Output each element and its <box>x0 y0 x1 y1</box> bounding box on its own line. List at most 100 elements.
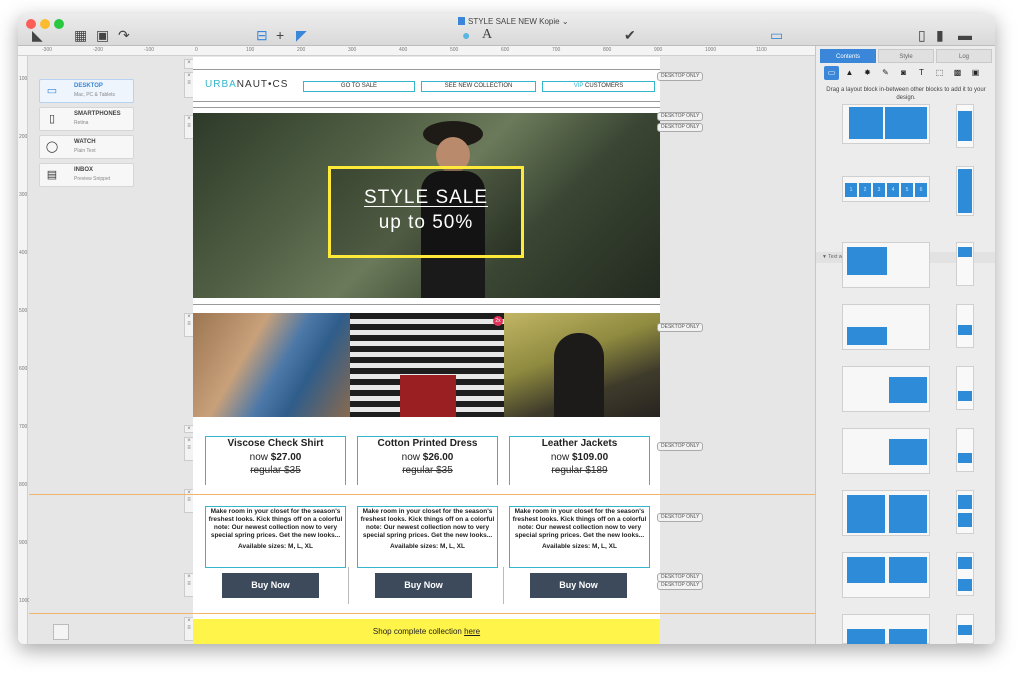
device-desktop[interactable]: ▭ DESKTOP Mac, PC & Tablets <box>39 79 134 103</box>
product-photo-dress[interactable]: 2x <box>350 313 504 417</box>
block-type-toolbar: ▭ ▲ ✸ ✎ ◙ T ⬚ ▩ ▣ <box>820 66 992 80</box>
ruler-tick: 800 <box>19 482 28 488</box>
desktop-only-badge[interactable]: DESKTOP ONLY <box>657 123 704 132</box>
app-window: STYLE SALE NEW Kopie ⌄ ◣ ▦ ▣ ↷ ⊟ + ◤ ● A… <box>18 14 995 644</box>
device-smartphones[interactable]: ▯ SMARTPHONES Retina <box>39 107 134 131</box>
nav-go-to-sale[interactable]: GO TO SALE <box>303 81 415 92</box>
device-name: INBOX <box>74 167 94 173</box>
preview-icon[interactable]: ▭ <box>770 27 783 43</box>
text-tool-icon[interactable]: T <box>914 66 929 80</box>
gallery-icon[interactable]: ▦ <box>74 27 87 43</box>
layout-thumbnail[interactable] <box>842 366 930 412</box>
sidebar-toggle-icon[interactable] <box>53 624 69 640</box>
send-icon[interactable]: ▬ <box>958 27 972 43</box>
export-icon[interactable]: ▮ <box>936 27 944 43</box>
product-photo-shirt[interactable] <box>193 313 350 417</box>
photo-icon[interactable]: ▣ <box>968 66 983 80</box>
select-icon[interactable]: ⬚ <box>932 66 947 80</box>
ruler-tick: -300 <box>42 47 53 53</box>
zoom-window-button[interactable] <box>54 19 64 29</box>
ruler-tick: -200 <box>93 47 104 53</box>
grid-cell: 6 <box>915 183 927 197</box>
text-icon[interactable]: A <box>482 27 492 43</box>
shop-here-link[interactable]: here <box>464 627 480 636</box>
layout-icon[interactable]: ◣ <box>32 27 43 43</box>
device-watch[interactable]: ◯ WATCH Plain Text <box>39 135 134 159</box>
vertical-ruler: 100 200 300 400 500 600 700 800 900 1000 <box>18 56 30 644</box>
layout-thumbnail[interactable] <box>842 304 930 350</box>
layout-thumbnail[interactable] <box>842 552 930 598</box>
desktop-icon: ▭ <box>46 85 58 97</box>
buy-now-button[interactable]: Buy Now <box>222 573 319 598</box>
device-subtitle: Preview Snippet <box>74 176 111 182</box>
tab-log[interactable]: Log <box>936 49 992 63</box>
layout-thumbnail-mobile[interactable] <box>956 614 974 644</box>
add-block-icon[interactable]: ⊟ <box>256 27 268 43</box>
layout-thumbnail[interactable]: 123456 <box>842 176 930 202</box>
hero-line-2: up to 50% <box>378 212 474 233</box>
nav-vip-customers[interactable]: VIP CUSTOMERS <box>542 81 655 92</box>
layout-thumbnail-mobile[interactable] <box>956 166 974 216</box>
guide-line <box>29 494 815 495</box>
device-inbox[interactable]: ▤ INBOX Preview Snippet <box>39 163 134 187</box>
shape-icon[interactable]: ▲ <box>842 66 857 80</box>
ruler-tick: 100 <box>246 47 255 53</box>
tab-contents[interactable]: Contents <box>820 49 876 63</box>
image-icon[interactable]: ▣ <box>96 27 109 43</box>
buy-now-button[interactable]: Buy Now <box>375 573 472 598</box>
ruler-tick: 800 <box>603 47 612 53</box>
desktop-only-badge[interactable]: DESKTOP ONLY <box>657 323 704 332</box>
preview-mobile-icon[interactable]: ▯ <box>918 27 926 43</box>
device-name: DESKTOP <box>74 83 103 89</box>
guide-line <box>29 613 815 614</box>
device-list: ▭ DESKTOP Mac, PC & Tablets ▯ SMARTPHONES Ret… <box>39 79 134 191</box>
horizontal-ruler: -300 -200 -100 0 100 200 300 400 500 600 700 800 900… <box>18 46 815 56</box>
layout-thumbnail-mobile[interactable] <box>956 242 974 286</box>
shop-collection-banner: Shop complete collection here <box>193 619 660 644</box>
pen-icon[interactable]: ✎ <box>878 66 893 80</box>
desktop-only-badge[interactable]: DESKTOP ONLY <box>657 442 704 451</box>
layout-thumbnail[interactable] <box>842 614 930 644</box>
ruler-tick: 400 <box>399 47 408 53</box>
inbox-icon: ▤ <box>46 169 58 181</box>
layout-thumbnail-mobile[interactable] <box>956 552 974 596</box>
desktop-only-badge[interactable]: DESKTOP ONLY <box>657 72 704 81</box>
layout-thumbnail[interactable] <box>842 242 930 288</box>
desktop-only-badge[interactable]: DESKTOP ONLY <box>657 581 704 590</box>
layout-thumbnail-mobile[interactable] <box>956 490 974 534</box>
structure-icon[interactable]: ◤ <box>296 27 307 43</box>
layout-thumbnail-mobile[interactable] <box>956 366 974 410</box>
pattern-icon[interactable]: ▩ <box>950 66 965 80</box>
tab-style[interactable]: Style <box>878 49 934 63</box>
ruler-tick: 600 <box>19 366 28 372</box>
check-icon[interactable]: ✔ <box>624 27 636 43</box>
block-icon[interactable]: ▭ <box>824 66 839 80</box>
layout-thumbnail-mobile[interactable] <box>956 304 974 348</box>
layout-thumbnail[interactable] <box>842 104 930 144</box>
layout-thumbnail[interactable] <box>842 490 930 536</box>
desktop-only-badge[interactable]: DESKTOP ONLY <box>657 112 704 121</box>
image-icon[interactable]: ◙ <box>896 66 911 80</box>
star-icon[interactable]: ✸ <box>860 66 875 80</box>
nav-see-new-collection[interactable]: SEE NEW COLLECTION <box>421 81 536 92</box>
redo-icon[interactable]: ↷ <box>118 27 130 43</box>
smartphone-icon: ▯ <box>48 113 56 125</box>
desktop-only-badge[interactable]: DESKTOP ONLY <box>657 513 704 522</box>
panel-tabs: Contents Style Log <box>816 49 995 63</box>
hero-image[interactable]: STYLE SALE up to 50% <box>193 113 660 298</box>
brand-logo[interactable]: URBANAUT•CS <box>205 79 288 90</box>
watch-icon: ◯ <box>45 141 59 153</box>
design-canvas[interactable]: ▭ DESKTOP Mac, PC & Tablets ▯ SMARTPHONES Ret… <box>29 57 815 644</box>
layout-thumbnail-mobile[interactable] <box>956 428 974 472</box>
grid-cell: 2 <box>859 183 871 197</box>
device-name: SMARTPHONES <box>74 111 121 117</box>
product-photo-jacket[interactable] <box>504 313 660 417</box>
hero-headline-box[interactable]: STYLE SALE up to 50% <box>328 166 524 258</box>
layout-thumbnail-mobile[interactable] <box>956 104 974 148</box>
layout-thumbnail[interactable] <box>842 428 930 474</box>
hero-line-1: STYLE SALE <box>363 187 489 208</box>
add-icon[interactable]: + <box>276 27 284 43</box>
color-icon[interactable]: ● <box>462 27 470 43</box>
buy-now-button[interactable]: Buy Now <box>530 573 627 598</box>
contents-panel: Contents Style Log ▭ ▲ ✸ ✎ ◙ T ⬚ ▩ ▣ Drag a layout… <box>815 46 995 644</box>
